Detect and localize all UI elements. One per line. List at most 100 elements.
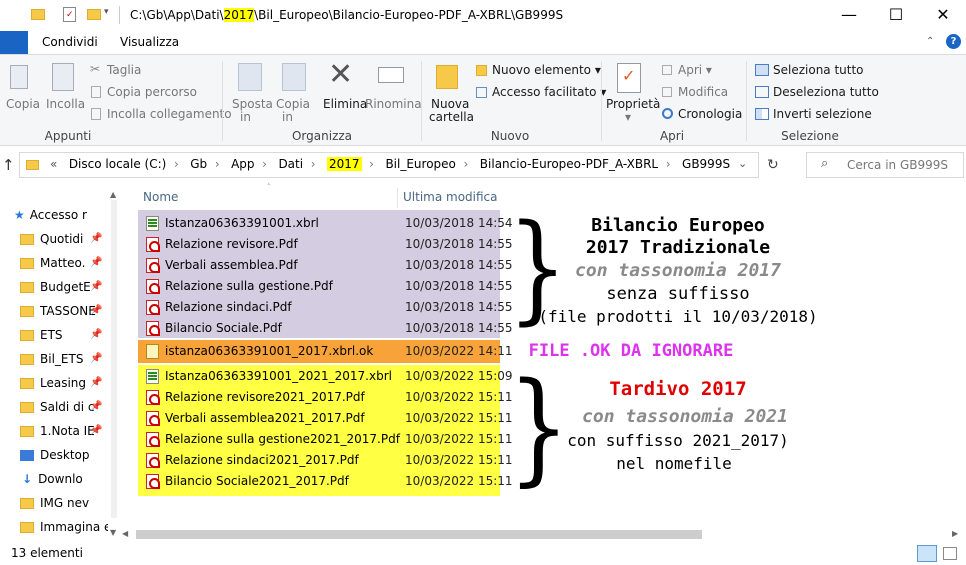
new-item-button[interactable]: Nuovo elemento ▾ [492,63,601,77]
file-row[interactable]: Istanza06363391001.xbrl 10/03/2018 14:54 [144,213,513,234]
star-icon: ★ [14,208,25,222]
move-to-button[interactable]: Sposta [232,97,273,111]
scrollbar-thumb[interactable] [136,530,702,539]
tab-condividi[interactable]: Condividi [42,35,98,49]
file-date: 10/03/2018 14:54 [405,216,513,230]
nav-item[interactable]: ETS 📌 [20,325,108,349]
nav-item[interactable]: Matteo. 📌 [20,253,108,277]
search-placeholder: Cerca in GB999S [847,158,949,172]
properties-button[interactable]: Proprietà [606,97,660,111]
chevron-up-icon[interactable]: ⌃ [926,36,934,47]
nav-scroll-down-icon[interactable]: ▼ [110,528,116,537]
file-tab[interactable] [0,31,28,54]
search-box[interactable]: ⌕ Cerca in GB999S [806,152,964,178]
nav-item[interactable]: 1.Nota IE 📌 [20,421,108,445]
chevron-down-icon[interactable]: ⌄ [738,157,747,170]
nav-item[interactable]: Saldi di c 📌 [20,397,108,421]
sort-up-icon: ˄ [267,183,271,191]
cut-button[interactable]: Taglia [107,63,141,77]
new-folder-large-icon [436,65,458,89]
help-icon[interactable]: ? [946,34,961,49]
maximize-button[interactable]: ☐ [873,0,919,31]
annotation-title: Bilancio Europeo [591,215,765,236]
file-row[interactable]: Relazione sulla gestione2021_2017.Pdf 10/… [144,429,513,450]
new-folder-button[interactable]: Nuova [431,97,469,111]
file-name: Istanza06363391001_2021_2017.xbrl [165,369,392,383]
copy-to-button[interactable]: Copia [276,97,310,111]
nav-item[interactable]: TASSONE 📌 [20,301,108,325]
easy-access-button[interactable]: Accesso facilitato ▾ [492,85,606,99]
open-button[interactable]: Apri ▾ [678,63,712,77]
select-all-button[interactable]: Seleziona tutto [773,63,864,77]
delete-button[interactable]: Elimina [323,97,367,111]
copy-to-button-line2: in [282,110,293,124]
crumb-gb999s[interactable]: GB999S [682,157,730,171]
crumb-disk[interactable]: Disco locale (C:) [69,157,167,171]
download-icon: ↓ [22,472,33,486]
annotation-with-suffix: con suffisso 2021_2017) [567,431,789,450]
file-row[interactable]: istanza06363391001_2017.xbrl.ok 10/03/202… [144,341,513,362]
group-label-nuovo: Nuovo [490,129,530,143]
scroll-right-icon[interactable]: ▶ [952,529,958,538]
scroll-left-icon[interactable]: ◀ [122,529,128,538]
crumb-bilancio-europeo[interactable]: Bilancio-Europeo-PDF_A-XBRL [480,157,658,171]
nav-desktop[interactable]: Desktop [20,445,108,469]
folder-icon [20,426,34,437]
pdf-file-icon [146,432,160,447]
paste-shortcut-button[interactable]: Incolla collegamento [107,107,232,121]
new-folder-icon[interactable] [87,9,101,20]
invert-selection-button[interactable]: Inverti selezione [773,107,872,121]
details-view-icon[interactable] [917,545,937,562]
history-button[interactable]: Cronologia [678,107,742,121]
crumb-dati[interactable]: Dati [278,157,303,171]
nav-item[interactable]: IMG nev [20,493,108,517]
nav-item[interactable]: BudgetE 📌 [20,277,108,301]
rename-button[interactable]: Rinomina [365,97,422,111]
nav-quick-access[interactable]: ★ Accesso r [14,205,102,229]
properties-icon[interactable]: ✓ [63,7,76,22]
file-date: 10/03/2022 15:09 [405,369,513,383]
edit-button[interactable]: Modifica [678,85,728,99]
select-none-button[interactable]: Deseleziona tutto [773,85,879,99]
column-header-name[interactable]: Nome [143,190,178,204]
file-row[interactable]: Verbali assemblea.Pdf 10/03/2018 14:55 [144,255,513,276]
nav-item[interactable]: Immagina e [20,517,108,541]
address-bar[interactable]: « Disco locale (C:) › Gb › App › Dati › … [19,152,759,178]
nav-scrollbar-thumb[interactable] [111,200,117,518]
file-row[interactable]: Relazione sindaci2021_2017.Pdf 10/03/2022… [144,450,513,471]
pin-icon: 📌 [90,401,103,412]
select-all-icon [755,64,769,76]
copy-button[interactable]: Copia [6,97,40,111]
properties-dropdown-icon[interactable]: ▾ [625,110,631,124]
file-row[interactable]: Istanza06363391001_2021_2017.xbrl 10/03/2… [144,366,513,387]
column-header-modified[interactable]: Ultima modifica [403,190,498,204]
nav-item[interactable]: Bil_ETS 📌 [20,349,108,373]
copy-path-button[interactable]: Copia percorso [107,85,197,99]
file-row[interactable]: Bilancio Sociale2021_2017.Pdf 10/03/2022 … [144,471,513,492]
folder-icon [26,160,39,170]
file-row[interactable]: Relazione revisore.Pdf 10/03/2018 14:55 [144,234,513,255]
crumb-app[interactable]: App [231,157,254,171]
file-row[interactable]: Relazione sindaci.Pdf 10/03/2018 14:55 [144,297,513,318]
nav-scroll-up-icon[interactable]: ▲ [110,190,116,199]
crumb-2017[interactable]: 2017 [326,157,362,171]
file-name: Relazione revisore2021_2017.Pdf [165,390,365,404]
minimize-button[interactable]: — [826,0,872,31]
nav-downloads[interactable]: ↓ Downlo [20,469,108,493]
file-row[interactable]: Relazione sulla gestione.Pdf 10/03/2018 1… [144,276,513,297]
close-button[interactable]: ✕ [920,0,966,31]
crumb-gb[interactable]: Gb [190,157,207,171]
arrow-up-icon[interactable]: ↑ [2,156,15,174]
tab-visualizza[interactable]: Visualizza [120,35,179,49]
file-row[interactable]: Relazione revisore2021_2017.Pdf 10/03/202… [144,387,513,408]
move-to-button-line2: in [240,110,251,124]
quick-access-dropdown-icon[interactable]: ▾ [104,7,109,17]
file-row[interactable]: Bilancio Sociale.Pdf 10/03/2018 14:55 [144,318,513,339]
file-row[interactable]: Verbali assemblea2021_2017.Pdf 10/03/2022… [144,408,513,429]
refresh-icon[interactable]: ↻ [767,157,779,173]
nav-item[interactable]: Quotidi 📌 [20,229,108,253]
nav-item[interactable]: Leasing 📌 [20,373,108,397]
paste-button[interactable]: Incolla [46,97,85,111]
crumb-bil-europeo[interactable]: Bil_Europeo [385,157,455,171]
large-icons-view-icon[interactable] [943,547,957,560]
